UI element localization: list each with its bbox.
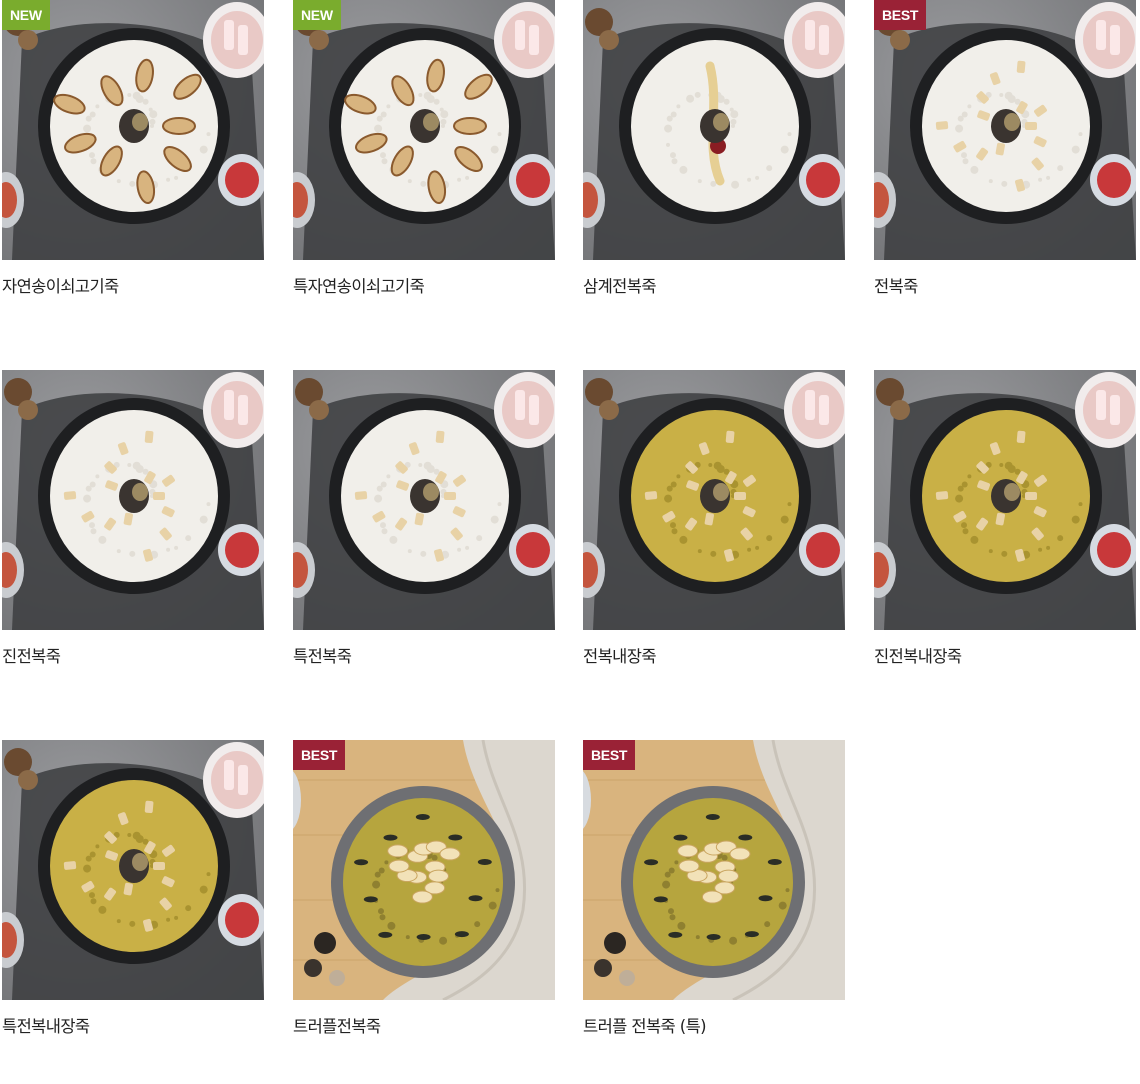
product-image[interactable]: [2, 0, 264, 260]
product-name[interactable]: 전복죽: [874, 273, 918, 297]
product-card[interactable]: NEW 특자연송이쇠고기죽: [293, 0, 555, 330]
product-image[interactable]: [874, 0, 1136, 260]
product-card[interactable]: 특전복내장죽: [2, 740, 264, 1070]
product-card[interactable]: NEW 자연송이쇠고기죽: [2, 0, 264, 330]
product-image[interactable]: [293, 740, 555, 1000]
product-image[interactable]: [2, 740, 264, 1000]
product-card[interactable]: BEST 트러플 전복죽 (특): [583, 740, 845, 1070]
product-name[interactable]: 전복내장죽: [583, 643, 657, 667]
product-name[interactable]: 특전복내장죽: [2, 1013, 90, 1037]
product-name[interactable]: 트러플 전복죽 (특): [583, 1013, 707, 1037]
product-name[interactable]: 삼계전복죽: [583, 273, 657, 297]
product-name[interactable]: 트러플전복죽: [293, 1013, 381, 1037]
product-name[interactable]: 자연송이쇠고기죽: [2, 273, 119, 297]
product-card[interactable]: BEST 트러플전복죽: [293, 740, 555, 1070]
best-badge: BEST: [583, 740, 636, 770]
product-name[interactable]: 특자연송이쇠고기죽: [293, 273, 425, 297]
product-name[interactable]: 진전복죽: [2, 643, 61, 667]
new-badge: NEW: [2, 0, 50, 30]
product-card[interactable]: 삼계전복죽: [583, 0, 845, 330]
best-badge: BEST: [874, 0, 927, 30]
product-name[interactable]: 진전복내장죽: [874, 643, 962, 667]
product-image[interactable]: [583, 370, 845, 630]
product-card[interactable]: 전복내장죽: [583, 370, 845, 700]
product-card[interactable]: BEST 전복죽: [874, 0, 1136, 330]
best-badge: BEST: [293, 740, 346, 770]
product-image[interactable]: [583, 740, 845, 1000]
product-image[interactable]: [583, 0, 845, 260]
product-card[interactable]: 진전복죽: [2, 370, 264, 700]
product-image[interactable]: [874, 370, 1136, 630]
product-image[interactable]: [293, 370, 555, 630]
product-card[interactable]: 진전복내장죽: [874, 370, 1136, 700]
product-name[interactable]: 특전복죽: [293, 643, 352, 667]
product-image[interactable]: [2, 370, 264, 630]
product-image[interactable]: [293, 0, 555, 260]
new-badge: NEW: [293, 0, 341, 30]
product-card[interactable]: 특전복죽: [293, 370, 555, 700]
